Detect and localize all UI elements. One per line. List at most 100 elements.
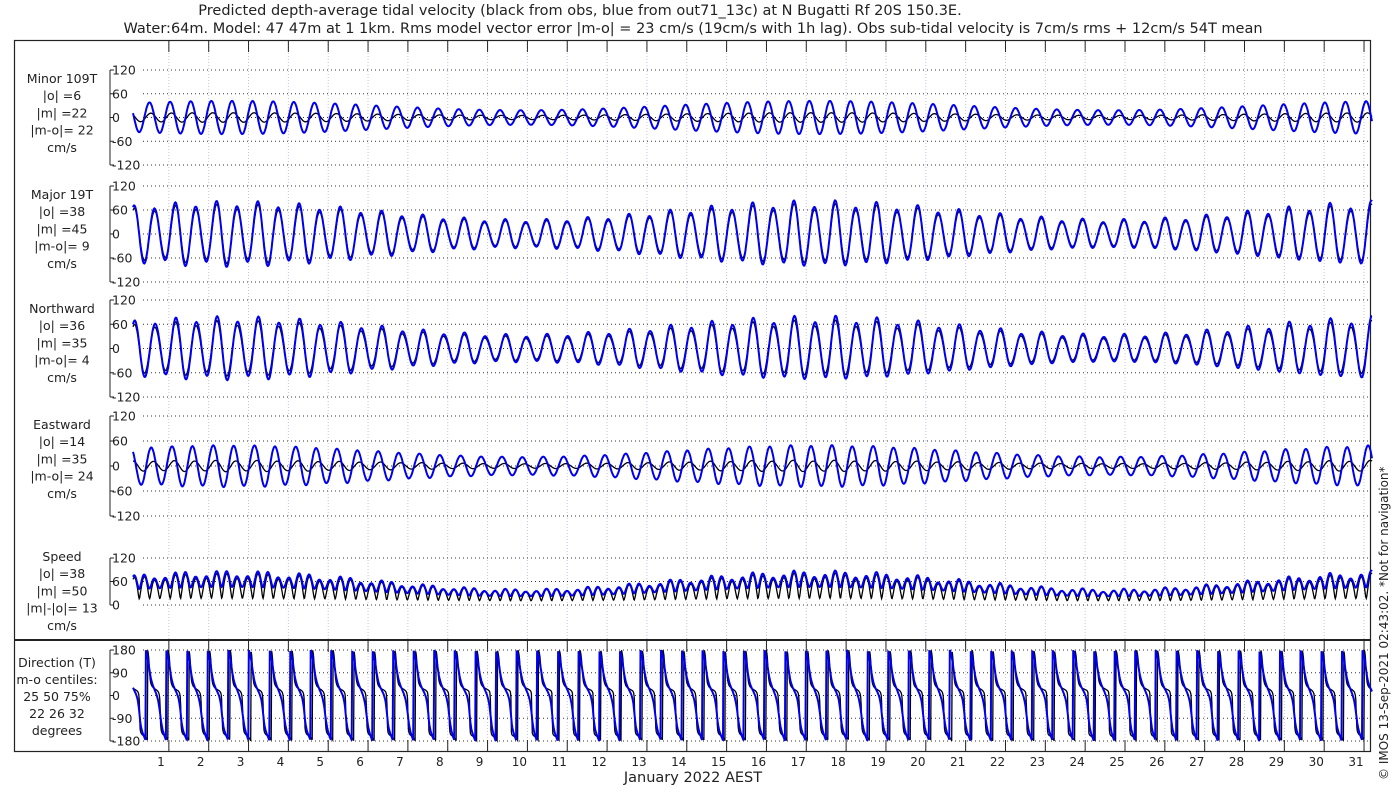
copyright-note: © IMOS 13-Sep-2021 02:43:02. *Not for na…: [1377, 466, 1391, 780]
panel-label-line: cm/s: [47, 256, 77, 271]
chart-subtitle: Water:64m. Model: 47 47m at 1 1km. Rms m…: [123, 21, 1262, 37]
panel-east: Eastward |o| =14 |m| =35 |m-o|= 24 cm/s 120 60…: [30, 409, 1373, 524]
y-tick-label: 0: [112, 688, 120, 703]
y-tick-label: -120: [112, 158, 140, 173]
panel-label-line: |m-o|= 9: [34, 239, 89, 254]
chart-title: Predicted depth-average tidal velocity (…: [198, 3, 961, 19]
y-tick-label: 0: [112, 598, 120, 613]
panel-label-line: |o| =36: [39, 318, 85, 333]
y-tick-label: 60: [112, 574, 128, 589]
x-tick-label: 10: [512, 755, 527, 769]
y-tick-label: -120: [112, 509, 140, 524]
minor-model-series: [132, 99, 1373, 136]
y-tick-label: 120: [112, 63, 136, 78]
panel-label-line: |o| =38: [39, 566, 85, 581]
x-tick-label: 23: [1030, 755, 1045, 769]
x-tick-label: 26: [1149, 755, 1164, 769]
x-axis-label: January 2022 AEST: [623, 770, 762, 786]
x-tick-label: 18: [831, 755, 846, 769]
y-tick-label: -60: [112, 484, 132, 499]
major-obs-series: [132, 203, 1373, 265]
east-model-series: [132, 444, 1373, 489]
panel-label-line: |o| =6: [43, 88, 82, 103]
panel-direction: Direction (T) m-o centiles: 25 50 75% 22 26…: [16, 643, 1373, 749]
y-tick-label: 60: [112, 434, 128, 449]
panel-label-line: Northward: [29, 301, 95, 316]
panel-label-line: cm/s: [47, 370, 77, 385]
x-tick-label: 3: [237, 755, 245, 769]
panel-label-line: |m| =50: [37, 583, 88, 598]
panel-label-line: 22 26 32: [29, 706, 85, 721]
x-tick-label: 4: [277, 755, 285, 769]
panel-label-line: degrees: [32, 723, 82, 738]
x-tick-label: 1: [157, 755, 165, 769]
x-tick-label: 9: [476, 755, 484, 769]
y-tick-label: -180: [112, 734, 140, 749]
x-tick-label: 17: [791, 755, 806, 769]
x-tick-label: 11: [552, 755, 567, 769]
x-tick-label: 30: [1309, 755, 1324, 769]
y-tick-label: 0: [112, 459, 120, 474]
panel-label-line: |m-o|= 4: [34, 353, 89, 368]
y-tick-label: -60: [112, 134, 132, 149]
panel-label-line: Speed: [42, 549, 81, 564]
x-tick-label: 15: [711, 755, 726, 769]
x-tick-label: 8: [436, 755, 444, 769]
x-tick-label: 24: [1070, 755, 1085, 769]
plot-frame: [13, 39, 1372, 753]
y-tick-label: 90: [112, 665, 128, 680]
y-tick-label: 120: [112, 293, 136, 308]
x-tick-label: 22: [990, 755, 1005, 769]
north-model-series: [132, 314, 1373, 382]
y-tick-label: 120: [112, 179, 136, 194]
panel-north: Northward |o| =36 |m| =35 |m-o|= 4 cm/s 120 60…: [29, 293, 1373, 405]
y-tick-label: -120: [112, 275, 140, 290]
speed-obs-series: [132, 572, 1373, 602]
y-tick-label: 60: [112, 203, 128, 218]
x-tick-label: 6: [356, 755, 364, 769]
panel-label-line: cm/s: [47, 140, 77, 155]
tidal-velocity-chart: Predicted depth-average tidal velocity (…: [13, 3, 1391, 786]
x-tick-label: 16: [751, 755, 766, 769]
y-tick-label: 120: [112, 551, 136, 566]
direction-model-series: [132, 649, 1373, 742]
y-tick-label: 180: [112, 643, 136, 658]
panel-label-line: |m| =22: [37, 105, 88, 120]
panel-label-line: |o| =14: [39, 434, 85, 449]
x-tick-label: 5: [316, 755, 324, 769]
y-tick-label: 0: [112, 227, 120, 242]
panel-speed: Speed |o| =38 |m| =50 |m|-|o|= 13 cm/s 120 60 0: [26, 549, 1373, 633]
x-tick-label: 12: [591, 755, 606, 769]
panel-label-line: |m| =45: [37, 221, 88, 236]
panel-label-line: |m| =35: [37, 335, 88, 350]
y-tick-label: -60: [112, 365, 132, 380]
panel-major: Major 19T |o| =38 |m| =45 |m-o|= 9 cm/s 120 60…: [31, 179, 1373, 290]
x-tick-label: 13: [631, 755, 646, 769]
panel-label-line: cm/s: [47, 618, 77, 633]
x-tick-label: 29: [1269, 755, 1284, 769]
panel-label-line: |m|-|o|= 13: [26, 601, 98, 616]
panel-label-line: Major 19T: [31, 187, 94, 202]
y-tick-label: 0: [112, 341, 120, 356]
panel-label-line: 25 50 75%: [23, 689, 91, 704]
x-tick-label: 28: [1229, 755, 1244, 769]
panel-label-line: cm/s: [47, 486, 77, 501]
panel-label-line: Minor 109T: [27, 71, 98, 86]
x-tick-label: 7: [396, 755, 404, 769]
x-tick-label: 2: [197, 755, 205, 769]
x-tick-label: 25: [1109, 755, 1124, 769]
y-tick-label: 0: [112, 110, 120, 125]
y-tick-label: -90: [112, 711, 132, 726]
panel-label-line: Direction (T): [18, 655, 96, 670]
y-tick-label: 60: [112, 86, 128, 101]
x-tick-label: 21: [950, 755, 965, 769]
direction-obs-series: [132, 649, 1373, 743]
x-tick-label: 14: [671, 755, 686, 769]
y-tick-label: 120: [112, 409, 136, 424]
x-tick-label: 20: [910, 755, 925, 769]
panel-label-line: |m| =35: [37, 451, 88, 466]
panel-label-line: Eastward: [33, 417, 91, 432]
panel-label-line: |o| =38: [39, 204, 85, 219]
panel-label-line: m-o centiles:: [16, 672, 97, 687]
x-tick-label: 27: [1189, 755, 1204, 769]
